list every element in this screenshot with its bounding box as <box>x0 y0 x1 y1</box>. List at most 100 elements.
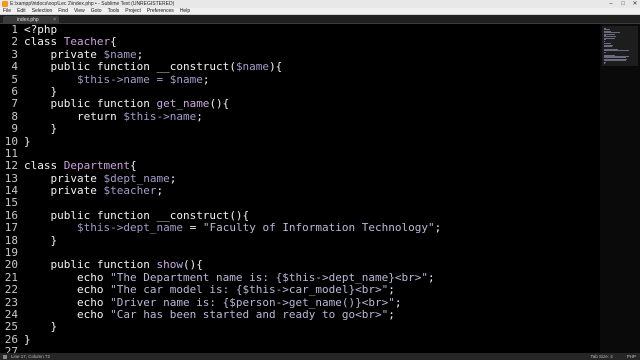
code-token: ; <box>388 307 395 321</box>
code-token: echo <box>24 270 111 284</box>
menu-selection[interactable]: Selection <box>32 8 53 14</box>
code-token: class <box>24 35 64 49</box>
minimap-line <box>604 50 630 52</box>
line-number: 25 <box>4 320 18 334</box>
code-token: $name <box>235 60 270 74</box>
code-line[interactable]: } <box>24 332 594 346</box>
line-number: 22 <box>4 283 18 297</box>
line-number: 4 <box>11 60 18 74</box>
code-token: ; <box>434 221 442 235</box>
code-line[interactable]: } <box>24 321 594 333</box>
minimize-button[interactable]: – <box>608 0 614 8</box>
code-token: echo <box>24 307 111 321</box>
menu-project[interactable]: Project <box>125 8 141 14</box>
code-token: { <box>110 35 117 49</box>
minimap-line <box>604 51 606 53</box>
window-controls: – □ ✕ <box>608 0 638 8</box>
code-token: ; <box>388 283 395 297</box>
code-token: ; <box>394 295 402 309</box>
code-token: public function <box>24 208 157 222</box>
code-token: echo <box>24 283 111 297</box>
code-line[interactable]: private $teacher; <box>24 184 594 198</box>
code-line[interactable]: return $this->name; <box>24 109 594 123</box>
menu-preferences[interactable]: Preferences <box>147 8 174 14</box>
code-line[interactable] <box>24 346 594 353</box>
menu-view[interactable]: View <box>74 8 85 14</box>
code-token: get_name <box>156 97 210 111</box>
code-token: $this <box>76 72 111 86</box>
code-token: Department <box>63 159 130 173</box>
code-token: } <box>24 134 31 148</box>
menu-goto[interactable]: Goto <box>91 8 102 14</box>
code-line[interactable]: } <box>24 122 594 136</box>
code-token: } <box>24 122 58 136</box>
line-number: 9 <box>11 122 18 136</box>
code-editor[interactable]: 1 2 3 4 5 6 7 8 9 10 11 12 13 14 15 16 17 18 19 20 21 22 23 24 2… <box>0 23 600 358</box>
code-token: { <box>129 159 137 173</box>
menu-tools[interactable]: Tools <box>108 8 120 14</box>
tab-label: index.php <box>17 17 39 23</box>
code-token: ; <box>136 47 144 61</box>
code-token: } <box>24 84 58 98</box>
code-token: $name <box>103 47 137 61</box>
code-line[interactable]: echo "Car has been started and ready to … <box>24 307 594 321</box>
code-token: private <box>24 47 104 61</box>
code-token: ; <box>202 72 210 86</box>
code-token: ; <box>427 270 435 284</box>
line-number: 15 <box>4 196 18 210</box>
close-button[interactable]: ✕ <box>632 0 638 8</box>
menu-help[interactable]: Help <box>180 8 190 14</box>
window-title: E:\xampp\htdocs\oop\Lec 2\index.php • - … <box>10 1 175 7</box>
code-token: = <box>182 221 203 235</box>
code-token: } <box>24 332 31 346</box>
line-number: 7 <box>11 97 18 111</box>
code-line[interactable]: $this->name = $name; <box>24 72 594 86</box>
code-token: ->name <box>156 109 197 123</box>
code-token: "Car has been started and ready to go<br… <box>110 307 389 321</box>
code-token: $dept_name <box>103 171 170 185</box>
code-token: $teacher <box>103 184 157 198</box>
code-token: } <box>24 233 58 247</box>
code-token: private <box>24 184 104 198</box>
code-token: "The Department name is: {$this->dept_na… <box>110 270 428 284</box>
code-token: public function <box>24 97 157 111</box>
panel-toggle-icon[interactable] <box>3 354 7 359</box>
menu-file[interactable]: File <box>3 8 11 14</box>
tab-close-icon[interactable]: × <box>53 16 56 24</box>
tab-size-indicator[interactable]: Tab Size: 4 <box>590 353 612 360</box>
code-token: show <box>156 258 183 272</box>
code-token: "The car model is: {$this->car_model}<br… <box>110 283 389 297</box>
code-token: (){ <box>182 258 203 272</box>
code-token: "Faculty of Information Technology" <box>202 221 435 235</box>
cursor-position: Line 17, Column 72 <box>11 354 51 359</box>
code-line[interactable]: } <box>24 233 594 247</box>
line-number-gutter: 1 2 3 4 5 6 7 8 9 10 11 12 13 14 15 16 17 18 19 20 21 22 23 24 2… <box>0 23 18 358</box>
line-number: 20 <box>4 258 18 272</box>
line-number: 17 <box>4 221 18 235</box>
code-token: $this <box>123 109 157 123</box>
code-token: (){ <box>229 208 250 222</box>
code-token: ; <box>169 171 177 185</box>
tab-bar: index.php × <box>0 15 640 24</box>
code-token: ; <box>196 109 203 123</box>
code-area[interactable]: <?php class Teacher{ private $name; publi… <box>24 24 594 353</box>
code-token: $name <box>169 72 203 86</box>
code-token: ){ <box>269 60 283 74</box>
menu-edit[interactable]: Edit <box>17 8 26 14</box>
syntax-indicator[interactable]: PHP <box>627 353 636 360</box>
status-bar: Line 17, Column 72 Tab Size: 4 PHP <box>0 353 640 360</box>
minimap[interactable] <box>600 24 640 353</box>
sublime-app-icon <box>2 1 8 7</box>
code-token: public function <box>24 258 157 272</box>
menu-find[interactable]: Find <box>58 8 68 14</box>
code-token: return <box>24 109 124 123</box>
maximize-button[interactable]: □ <box>620 0 626 8</box>
menu-bar: File Edit Selection Find View Goto Tools… <box>0 8 640 15</box>
code-token: echo <box>24 295 111 309</box>
title-bar: E:\xampp\htdocs\oop\Lec 2\index.php • - … <box>0 0 640 8</box>
code-line[interactable]: } <box>24 134 594 148</box>
line-number: 12 <box>4 159 18 173</box>
code-line[interactable]: $this->dept_name = "Faculty of Informati… <box>24 222 594 234</box>
